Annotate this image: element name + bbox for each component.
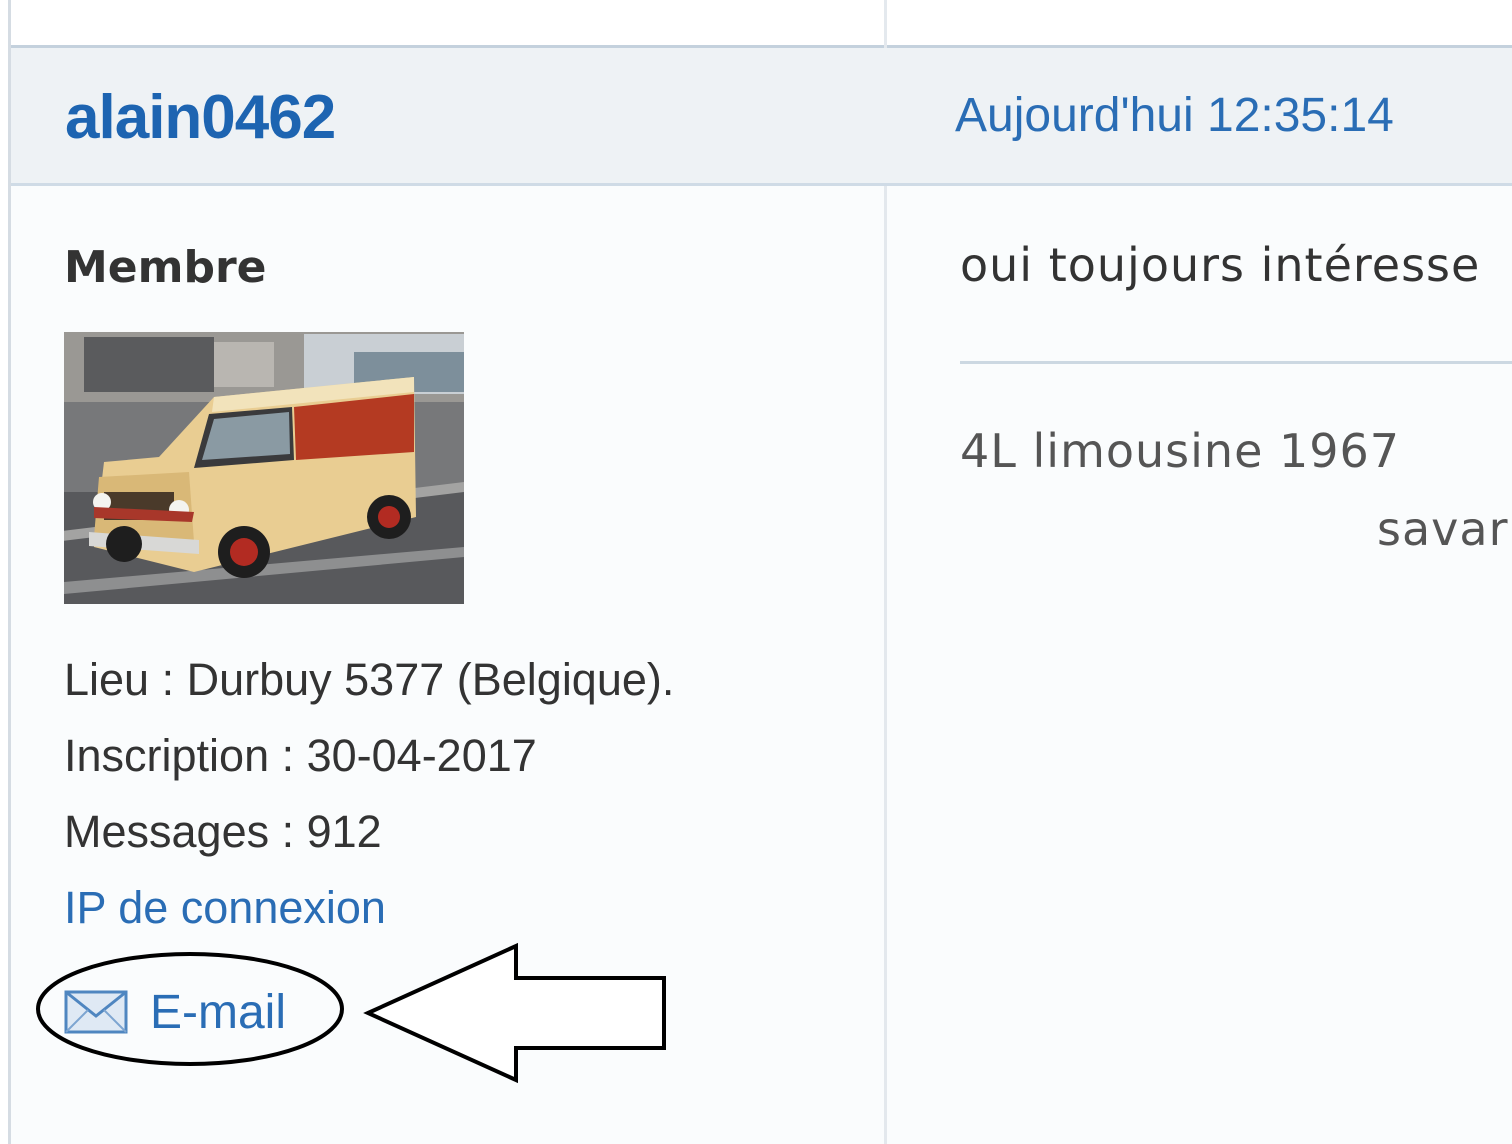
user-message-count: Messages : 912 [64, 806, 382, 857]
previous-post-footer [11, 0, 1512, 48]
user-registration-date: Inscription : 30-04-2017 [64, 730, 537, 781]
previous-post-divider [884, 0, 887, 48]
signature-line-1: 4L limousine 1967 [960, 424, 1401, 478]
post-header: alain0462 Aujourd'hui 12:35:14 [11, 48, 1512, 186]
post-author-link[interactable]: alain0462 [65, 82, 336, 153]
signature-separator [960, 361, 1512, 364]
user-profile-panel: Membre Lieu: Durbuy 5377 (Belgique). In… [11, 186, 884, 1144]
page-left-border [0, 0, 11, 1144]
envelope-icon [64, 990, 128, 1034]
email-link-label: E-mail [150, 985, 287, 1039]
email-link[interactable]: E-mail [64, 984, 286, 1040]
post-body: oui toujours intéresse 4L limousine 1967… [887, 186, 1512, 1144]
post-message: oui toujours intéresse [960, 238, 1481, 292]
car-avatar-image [64, 332, 464, 604]
user-avatar [64, 332, 464, 604]
signature-line-2: savar [1377, 502, 1509, 556]
ip-connection-link[interactable]: IP de connexion [64, 882, 386, 934]
user-location: Lieu : Durbuy 5377 (Belgique). [64, 654, 675, 705]
post-date: Aujourd'hui 12:35:14 [955, 89, 1394, 142]
user-rank: Membre [64, 242, 267, 293]
